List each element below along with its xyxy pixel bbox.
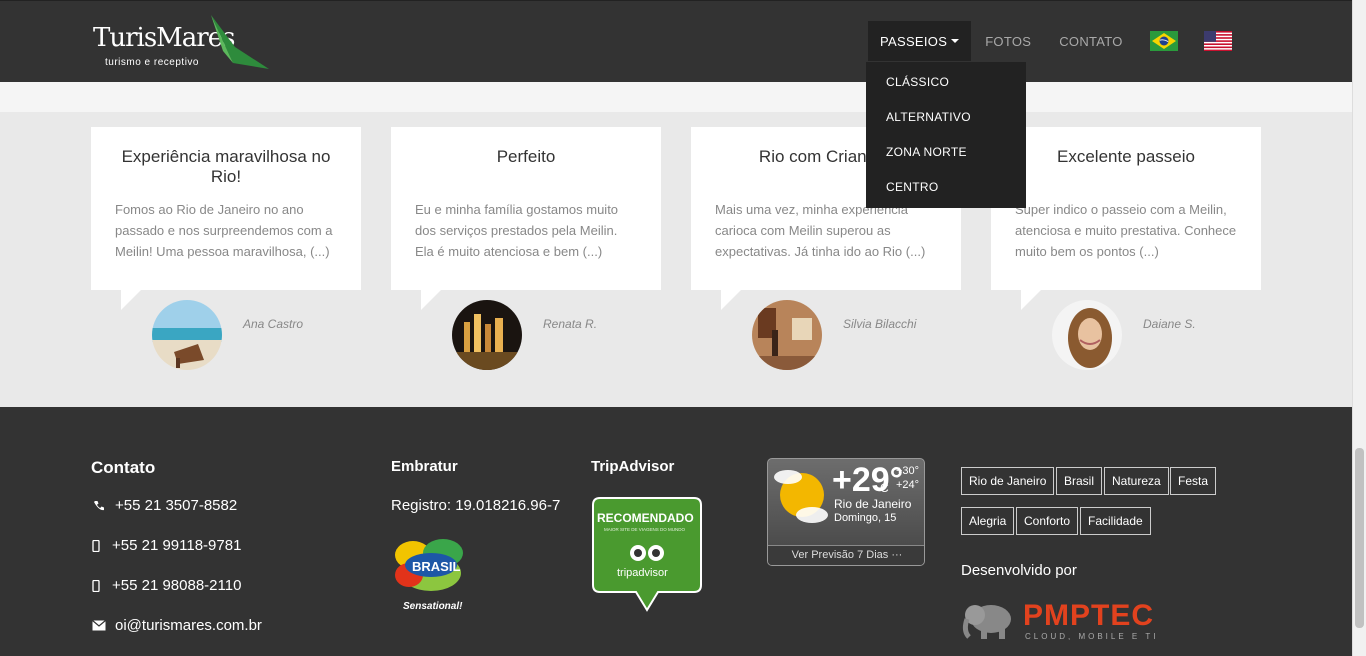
tag-rio-de-janeiro[interactable]: Rio de Janeiro: [961, 467, 1055, 495]
tripadvisor-badge-text: RECOMENDADO: [597, 511, 694, 525]
usa-flag-icon[interactable]: [1203, 31, 1232, 51]
testimonial-text: Super indico o passeio com a Meilin, ate…: [1015, 202, 1237, 259]
weather-max: +30°: [896, 465, 920, 477]
phone-number: +55 21 99118-9781: [112, 537, 242, 554]
testimonial-author: Renata R.: [543, 317, 598, 331]
pmptec-tagline: CLOUD, MOBILE E TI: [1025, 632, 1159, 641]
tripadvisor-heading: TripAdvisor: [591, 458, 675, 475]
tag-alegria[interactable]: Alegria: [961, 507, 1015, 535]
phone-icon: [91, 500, 107, 512]
tripadvisor-brand: tripadvisor: [617, 567, 668, 579]
nav-fotos[interactable]: FOTOS: [971, 21, 1045, 61]
card-pointer: [721, 290, 741, 310]
testimonial-author: Ana Castro: [243, 317, 304, 331]
dropdown-item-zona-norte[interactable]: ZONA NORTE: [866, 138, 1026, 173]
phone-number: +55 21 3507-8582: [115, 497, 238, 514]
testimonial-text: Mais uma vez, minha experiência carioca …: [715, 202, 926, 259]
card-pointer: [1021, 290, 1041, 310]
page: TurisMares turismo e receptivo PASSEIOS …: [0, 0, 1366, 656]
sun-cloud-icon: [774, 470, 828, 523]
embratur-heading: Embratur: [391, 458, 458, 475]
logo-sail-icon: [211, 15, 269, 69]
site-logo[interactable]: TurisMares turismo e receptivo: [93, 11, 283, 73]
testimonial-text: Eu e minha família gostamos muito dos se…: [415, 202, 619, 259]
main-nav: PASSEIOS FOTOS CONTATO: [868, 21, 1245, 61]
nav-contato[interactable]: CONTATO: [1045, 21, 1137, 61]
phone-line-3[interactable]: +55 21 98088-2110: [88, 577, 241, 594]
brasil-badge-text: BRASIL: [412, 559, 461, 574]
weather-unit: C: [880, 481, 889, 495]
brasil-sensational-logo[interactable]: BRASIL Sensational!: [391, 537, 471, 617]
weather-temp: +29°: [832, 461, 904, 499]
tag-conforto[interactable]: Conforto: [1016, 507, 1079, 535]
embratur-registro: Registro: 19.018216.96-7: [391, 497, 561, 514]
tripadvisor-badge[interactable]: RECOMENDADO MAIOR SITE DE VIAGENS DO MUN…: [592, 497, 702, 613]
brazil-flag-icon[interactable]: [1149, 31, 1178, 51]
weather-min: +24°: [896, 479, 920, 491]
testimonial-author: Silvia Bilacchi: [843, 317, 917, 331]
section-divider: [0, 82, 1352, 112]
avatar: [1052, 300, 1122, 370]
weather-widget[interactable]: +29° C +30° +24° Rio de Janeiro Domingo,…: [767, 458, 925, 566]
avatar: [752, 300, 822, 370]
card-pointer: [421, 290, 441, 310]
envelope-icon: [91, 620, 107, 631]
testimonial-card[interactable]: Perfeito Eu e minha família gostamos mui…: [391, 127, 661, 310]
weather-forecast-link[interactable]: Ver Previsão 7 Dias ···: [768, 545, 924, 565]
testimonial-card[interactable]: Excelente passeio Super indico o passeio…: [991, 127, 1261, 310]
tag-natureza[interactable]: Natureza: [1104, 467, 1169, 495]
mobile-icon: [88, 539, 104, 552]
weather-link-label: Ver Previsão 7 Dias: [791, 549, 889, 561]
email-address: oi@turismares.com.br: [115, 617, 262, 634]
weather-day: Domingo, 15: [834, 512, 897, 524]
caret-down-icon: [951, 39, 960, 43]
pmptec-logo[interactable]: PMPTEC CLOUD, MOBILE E TI: [961, 599, 1171, 643]
testimonial-author: Daiane S.: [1143, 317, 1196, 331]
testimonial-card[interactable]: Experiência maravilhosa no Rio! Fomos ao…: [91, 127, 361, 310]
phone-line-1[interactable]: +55 21 3507-8582: [91, 497, 237, 514]
dropdown-item-alternativo[interactable]: ALTERNATIVO: [866, 103, 1026, 138]
testimonial-text: Fomos ao Rio de Janeiro no ano passado e…: [115, 202, 333, 259]
tag-facilidade[interactable]: Facilidade: [1080, 507, 1151, 535]
email-line[interactable]: oi@turismares.com.br: [91, 617, 262, 634]
dropdown-item-centro[interactable]: CENTRO: [866, 173, 1026, 208]
avatar: [452, 300, 522, 370]
testimonials-section: Experiência maravilhosa no Rio! Fomos ao…: [0, 112, 1352, 407]
elephant-icon: [962, 605, 1011, 639]
avatar: [152, 300, 222, 370]
dropdown-item-classico[interactable]: CLÁSSICO: [866, 68, 1026, 103]
phone-line-2[interactable]: +55 21 99118-9781: [88, 537, 241, 554]
tag-festa[interactable]: Festa: [1170, 467, 1217, 495]
brasil-slogan: Sensational!: [403, 601, 463, 612]
developed-by-label: Desenvolvido por: [961, 562, 1077, 579]
phone-number: +55 21 98088-2110: [112, 577, 242, 594]
contato-heading: Contato: [91, 458, 156, 477]
weather-city: Rio de Janeiro: [834, 497, 912, 511]
tag-brasil[interactable]: Brasil: [1056, 467, 1103, 495]
card-pointer: [121, 290, 141, 310]
scrollbar-thumb[interactable]: [1355, 448, 1364, 628]
pmptec-brand: PMPTEC: [1023, 599, 1155, 632]
footer: Contato +55 21 3507-8582 +55 21 99118-97…: [0, 407, 1352, 656]
testimonial-title: Perfeito: [496, 147, 556, 166]
more-dots-icon: ···: [891, 549, 903, 561]
testimonial-title: Excelente passeio: [1057, 147, 1195, 166]
testimonial-title: Experiência maravilhosa no Rio!: [121, 147, 331, 186]
mobile-icon: [88, 579, 104, 592]
tripadvisor-badge-sub: MAIOR SITE DE VIAGENS DO MUNDO: [604, 527, 686, 532]
passeios-dropdown-menu: CLÁSSICO ALTERNATIVO ZONA NORTE CENTRO: [866, 62, 1026, 208]
nav-passeios[interactable]: PASSEIOS: [868, 21, 972, 61]
nav-passeios-label: PASSEIOS: [880, 33, 948, 49]
logo-tagline: turismo e receptivo: [105, 57, 199, 68]
page-scrollbar[interactable]: [1352, 0, 1366, 656]
top-navbar: TurisMares turismo e receptivo PASSEIOS …: [0, 0, 1352, 82]
